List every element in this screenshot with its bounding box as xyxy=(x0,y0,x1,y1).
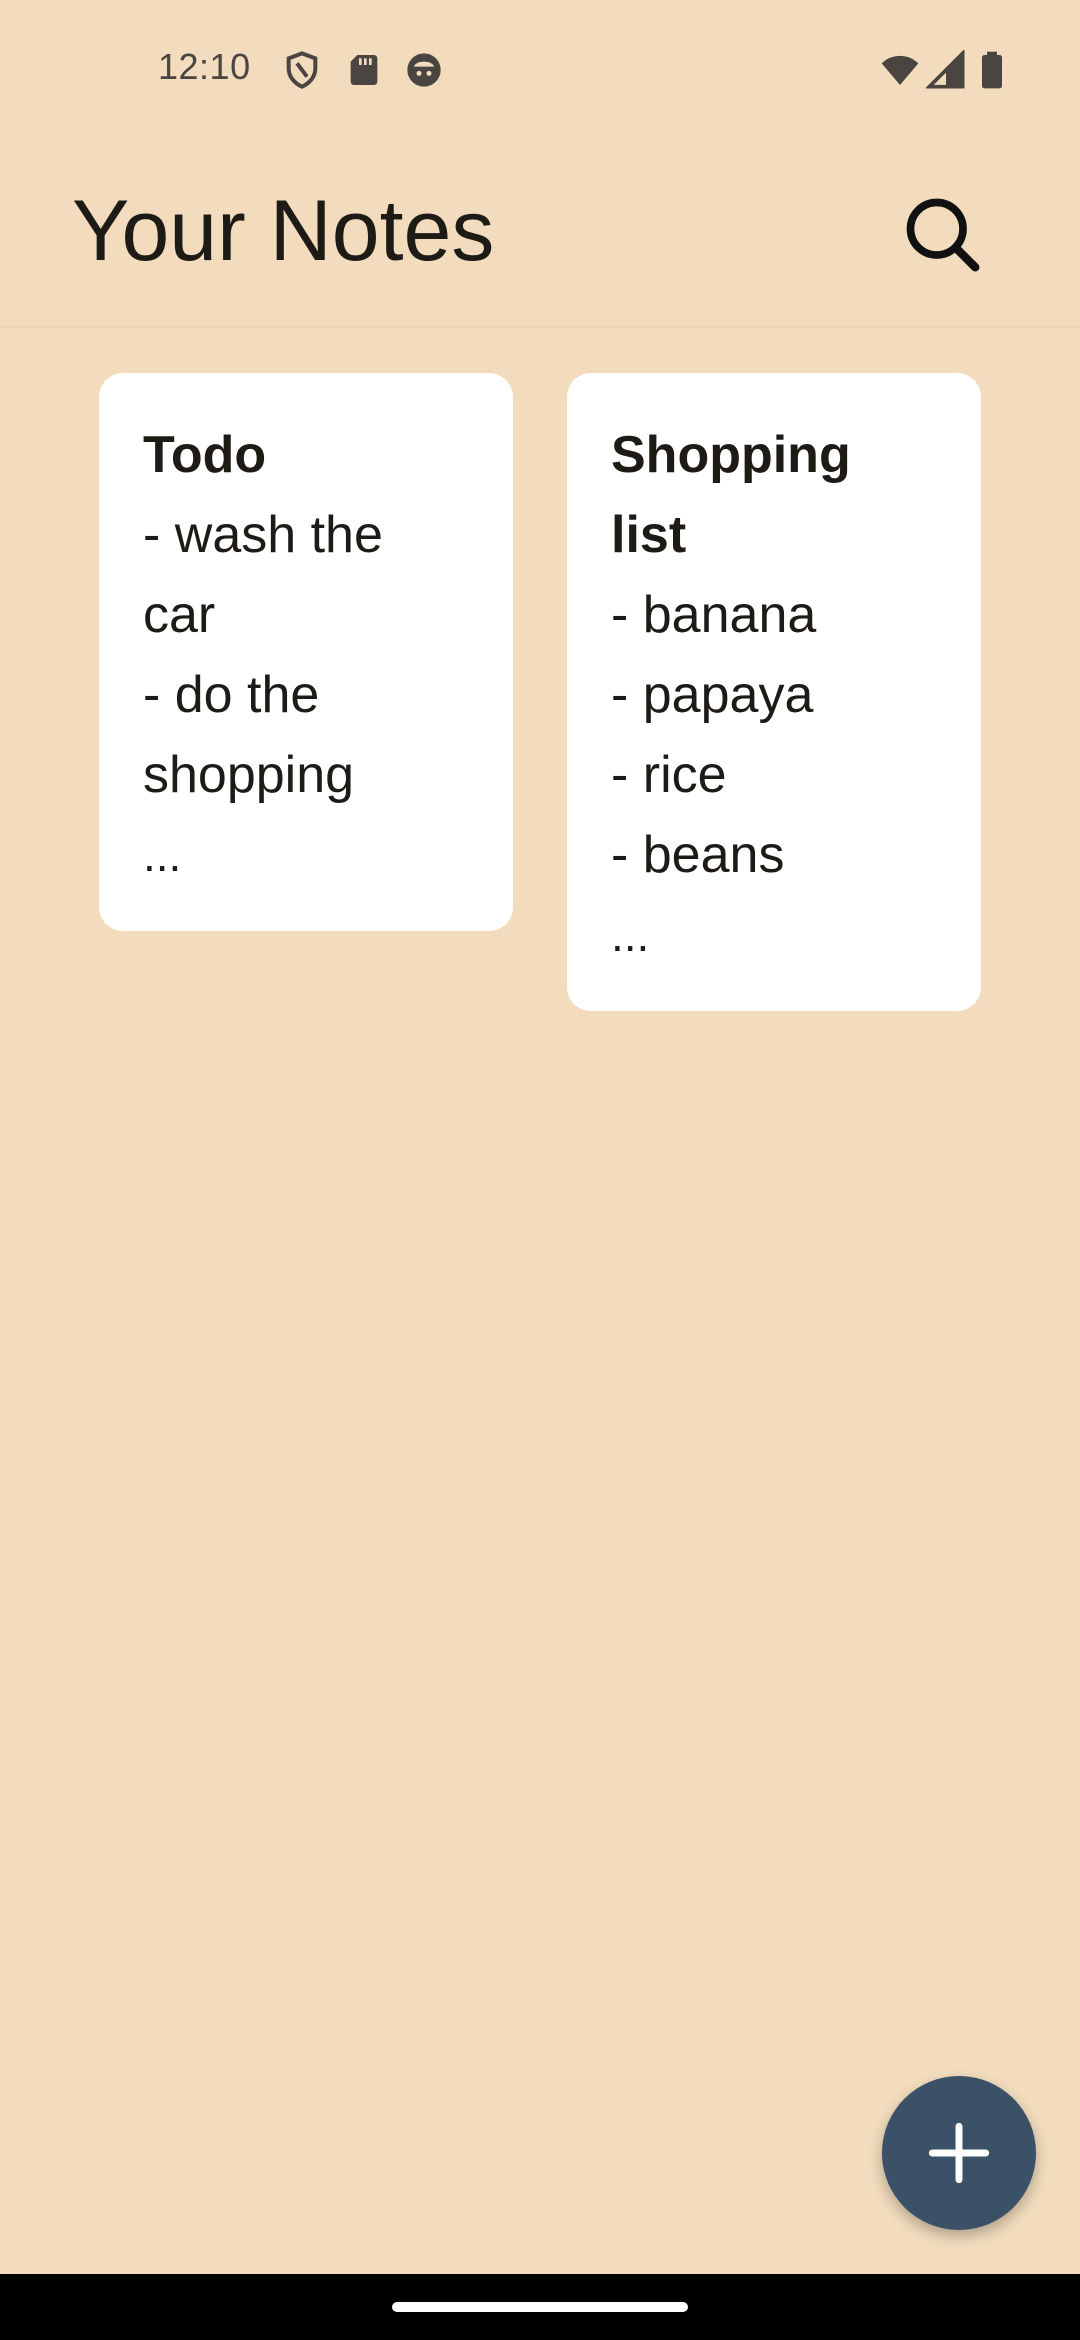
app-bar: Your Notes xyxy=(0,140,1080,328)
note-title-line: list xyxy=(611,506,687,564)
note-line: - beans xyxy=(611,826,785,884)
note-title: Shopping list xyxy=(611,415,937,575)
add-note-button[interactable] xyxy=(882,2076,1036,2230)
status-time: 12:10 xyxy=(158,46,251,87)
note-line: car xyxy=(143,586,216,644)
note-line: - rice xyxy=(611,746,727,804)
sd-card-icon xyxy=(344,50,384,90)
status-bar: 12:10 xyxy=(0,0,1080,140)
note-line: - papaya xyxy=(611,666,814,724)
note-title: Todo xyxy=(143,426,267,484)
search-button[interactable] xyxy=(892,184,992,284)
note-body: - wash the car - do the shopping ... xyxy=(143,495,469,895)
note-ellipsis: ... xyxy=(611,909,650,961)
battery-icon xyxy=(972,50,1012,90)
note-card-shopping-list[interactable]: Shopping list - banana - papaya - rice -… xyxy=(567,373,981,1011)
navigation-bar xyxy=(0,2274,1080,2340)
note-line: - wash the xyxy=(143,506,383,564)
android-face-icon xyxy=(404,50,444,90)
note-title-line: Shopping xyxy=(611,426,851,484)
search-icon xyxy=(906,198,980,272)
note-line: - do the xyxy=(143,666,320,724)
plus-icon xyxy=(928,2122,990,2184)
signal-icon xyxy=(926,50,966,90)
note-ellipsis: ... xyxy=(143,829,182,881)
note-body: - banana - papaya - rice - beans ... xyxy=(611,575,937,975)
note-line: - banana xyxy=(611,586,817,644)
wifi-icon xyxy=(880,50,920,90)
shield-icon xyxy=(282,50,322,90)
home-gesture-handle[interactable] xyxy=(392,2302,688,2312)
note-card-todo[interactable]: Todo - wash the car - do the shopping ..… xyxy=(99,373,513,931)
note-line: shopping xyxy=(143,746,355,804)
page-title: Your Notes xyxy=(72,183,495,279)
